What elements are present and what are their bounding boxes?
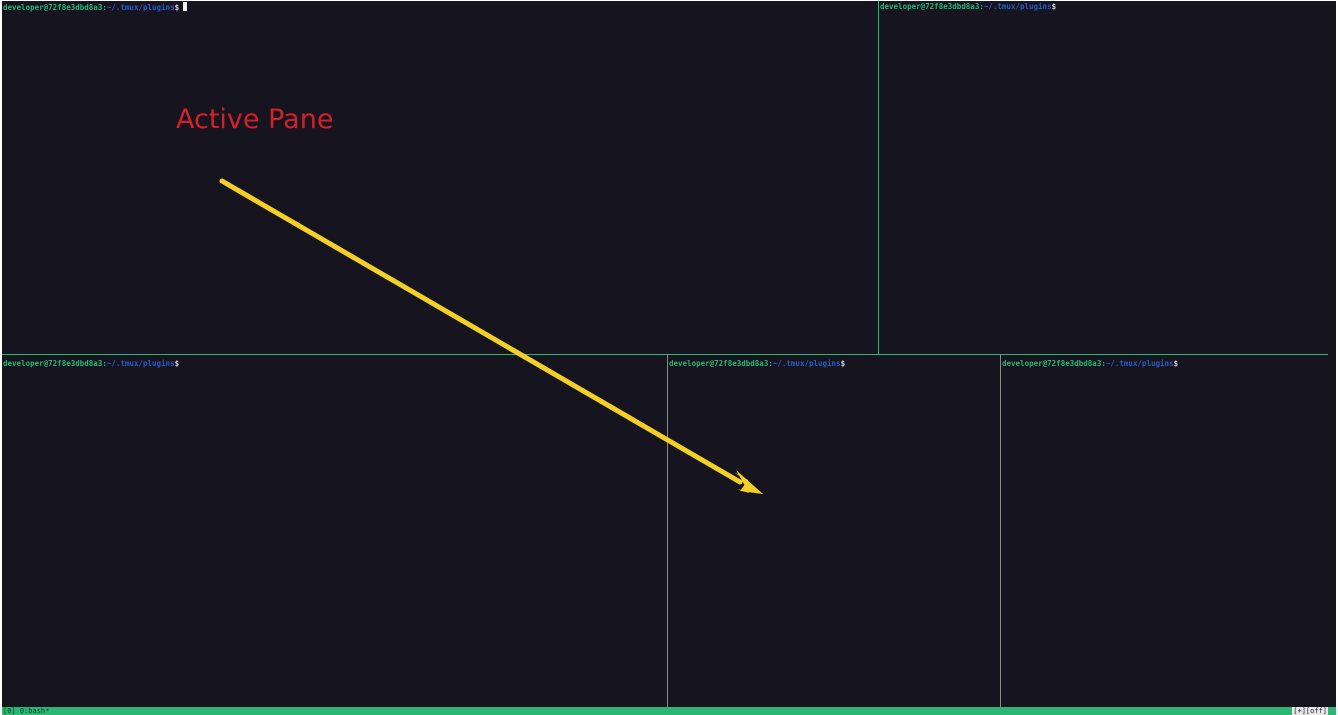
arrow-shaft xyxy=(219,178,743,485)
screen: developer@72f8e3dbd8a3:~/.tmux/plugins$ … xyxy=(0,0,1338,715)
annotation-arrow xyxy=(219,178,763,494)
